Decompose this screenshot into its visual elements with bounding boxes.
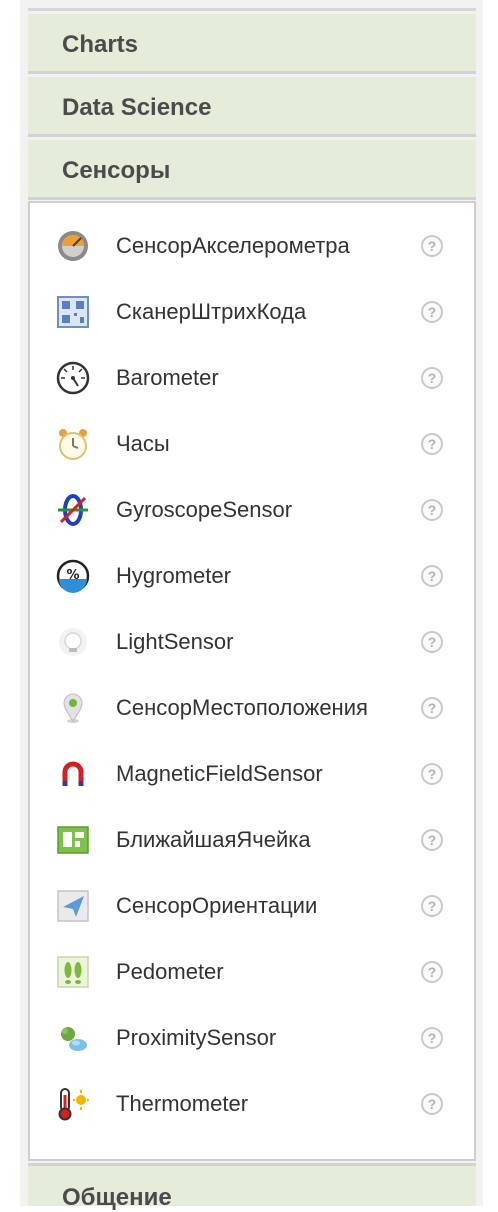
magnet-icon bbox=[56, 757, 90, 791]
help-icon[interactable]: ? bbox=[421, 235, 443, 257]
help-icon[interactable]: ? bbox=[421, 1027, 443, 1049]
sensors-list: СенсорАкселерометра ? СканерШтрихКода ? … bbox=[28, 201, 476, 1161]
sensor-label: БлижайшаяЯчейка bbox=[116, 827, 311, 852]
sensor-label: GyroscopeSensor bbox=[116, 497, 293, 522]
sensor-label: СенсорМестоположения bbox=[116, 695, 368, 720]
gyroscope-icon bbox=[56, 493, 90, 527]
list-item[interactable]: БлижайшаяЯчейка ? bbox=[30, 807, 474, 873]
category-label: Data Science bbox=[62, 94, 212, 121]
list-item[interactable]: GyroscopeSensor ? bbox=[30, 477, 474, 543]
list-item[interactable]: ProximitySensor ? bbox=[30, 1005, 474, 1071]
help-icon[interactable]: ? bbox=[421, 565, 443, 587]
help-icon[interactable]: ? bbox=[421, 961, 443, 983]
sensor-label: Barometer bbox=[116, 365, 219, 390]
sensor-label: Часы bbox=[116, 431, 170, 456]
help-icon[interactable]: ? bbox=[421, 301, 443, 323]
thermometer-icon bbox=[56, 1087, 90, 1121]
list-item[interactable]: Thermometer ? bbox=[30, 1071, 474, 1137]
hygrometer-icon: % bbox=[56, 559, 90, 593]
help-icon[interactable]: ? bbox=[421, 895, 443, 917]
category-communication[interactable]: Общение bbox=[28, 1163, 476, 1211]
category-label: Сенсоры bbox=[62, 157, 171, 184]
help-icon[interactable]: ? bbox=[421, 433, 443, 455]
list-item[interactable]: % Hygrometer ? bbox=[30, 543, 474, 609]
light-sensor-icon bbox=[56, 625, 90, 659]
barometer-icon bbox=[56, 361, 90, 395]
category-sensors[interactable]: Сенсоры bbox=[28, 140, 476, 200]
sensor-label: MagneticFieldSensor bbox=[116, 761, 323, 786]
category-label: Общение bbox=[62, 1184, 172, 1211]
sensor-label: Pedometer bbox=[116, 959, 224, 984]
list-item[interactable]: MagneticFieldSensor ? bbox=[30, 741, 474, 807]
barcode-scanner-icon bbox=[56, 295, 90, 329]
help-icon[interactable]: ? bbox=[421, 829, 443, 851]
sensor-label: Thermometer bbox=[116, 1091, 249, 1116]
nearfield-icon bbox=[56, 823, 90, 857]
sensor-label: LightSensor bbox=[116, 629, 234, 654]
sensor-label: СенсорОриентации bbox=[116, 893, 318, 918]
sensor-label: СканерШтрихКода bbox=[116, 299, 307, 324]
list-item[interactable]: Barometer ? bbox=[30, 345, 474, 411]
category-data-science[interactable]: Data Science bbox=[28, 77, 476, 137]
sensor-label: ProximitySensor bbox=[116, 1025, 277, 1050]
help-icon[interactable]: ? bbox=[421, 367, 443, 389]
help-icon[interactable]: ? bbox=[421, 763, 443, 785]
help-icon[interactable]: ? bbox=[421, 1093, 443, 1115]
svg-text:%: % bbox=[66, 568, 79, 583]
pedometer-icon bbox=[56, 955, 90, 989]
accelerometer-icon bbox=[56, 229, 90, 263]
list-item[interactable]: СенсорМестоположения ? bbox=[30, 675, 474, 741]
orientation-icon bbox=[56, 889, 90, 923]
list-item[interactable]: СенсорАкселерометра ? bbox=[30, 213, 474, 279]
help-icon[interactable]: ? bbox=[421, 631, 443, 653]
sensor-label: СенсорАкселерометра bbox=[116, 233, 350, 258]
location-pin-icon bbox=[56, 691, 90, 725]
list-item[interactable]: Часы ? bbox=[30, 411, 474, 477]
proximity-icon bbox=[56, 1021, 90, 1055]
top-divider bbox=[28, 8, 476, 11]
sensor-label: Hygrometer bbox=[116, 563, 231, 588]
category-label: Charts bbox=[62, 31, 139, 58]
list-item[interactable]: LightSensor ? bbox=[30, 609, 474, 675]
help-icon[interactable]: ? bbox=[421, 697, 443, 719]
clock-icon bbox=[56, 427, 90, 461]
list-item[interactable]: Pedometer ? bbox=[30, 939, 474, 1005]
help-icon[interactable]: ? bbox=[421, 499, 443, 521]
category-charts[interactable]: Charts bbox=[28, 14, 476, 74]
list-item[interactable]: СенсорОриентации ? bbox=[30, 873, 474, 939]
list-item[interactable]: СканерШтрихКода ? bbox=[30, 279, 474, 345]
